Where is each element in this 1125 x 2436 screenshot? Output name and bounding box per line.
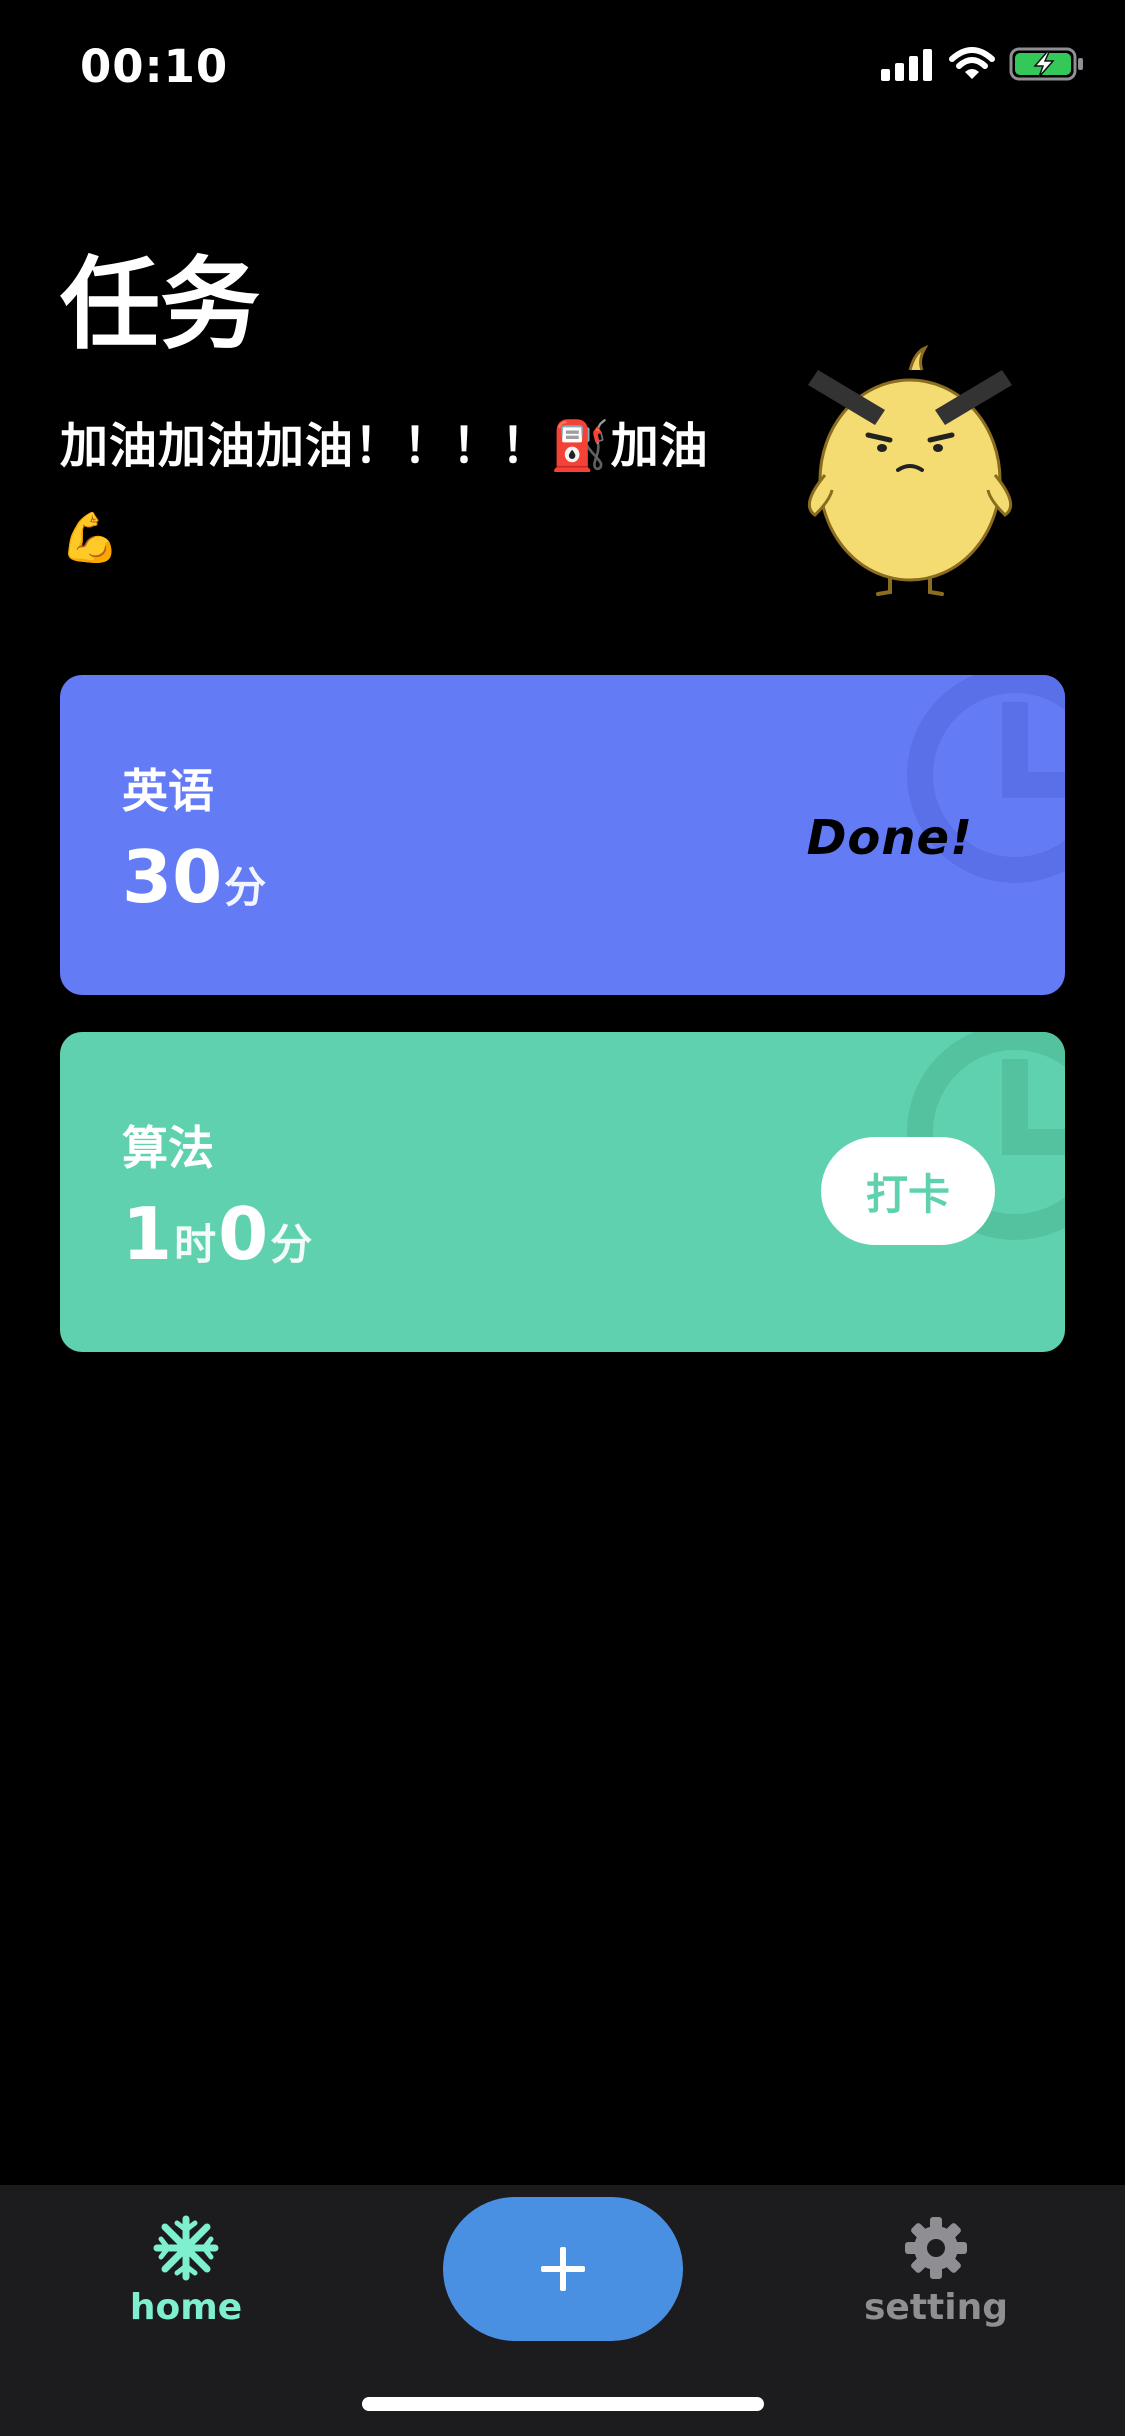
status-time: 00:10 xyxy=(80,40,229,93)
task-card-algorithm[interactable]: 算法 1 时 0 分 打卡 xyxy=(60,1032,1065,1352)
cellular-signal-icon xyxy=(881,49,932,81)
battery-charging-icon xyxy=(1009,47,1083,81)
page-title: 任务 xyxy=(60,246,260,363)
motto-line: 加油加油加油！！！！⛽加油 xyxy=(60,418,709,474)
home-indicator xyxy=(362,2397,764,2411)
duration-minutes: 30 xyxy=(122,835,223,919)
minute-unit: 分 xyxy=(224,863,267,912)
done-status-text: Done! xyxy=(806,810,973,866)
tab-home-label: home xyxy=(129,2287,243,2328)
task-name: 算法 xyxy=(122,1121,214,1175)
tab-home[interactable]: home xyxy=(86,2215,286,2328)
task-duration: 30 分 xyxy=(122,835,268,919)
minute-unit: 分 xyxy=(270,1220,313,1269)
status-icons xyxy=(881,46,1085,82)
tab-setting[interactable]: setting xyxy=(836,2215,1036,2328)
clock-watermark-icon xyxy=(907,675,1065,883)
duration-hours: 1 xyxy=(122,1192,173,1276)
plus-icon xyxy=(541,2247,585,2291)
motto-emoji: 💪 xyxy=(60,510,121,566)
tab-setting-label: setting xyxy=(864,2287,1008,2328)
snowflake-icon xyxy=(153,2215,219,2281)
wifi-icon xyxy=(949,47,995,79)
duration-minutes: 0 xyxy=(218,1192,269,1276)
task-duration: 1 时 0 分 xyxy=(122,1192,314,1276)
task-name: 英语 xyxy=(122,764,214,818)
hour-unit: 时 xyxy=(174,1220,217,1269)
check-in-button[interactable]: 打卡 xyxy=(821,1137,995,1245)
add-task-button[interactable] xyxy=(443,2197,683,2341)
task-card-english[interactable]: 英语 30 分 Done! xyxy=(60,675,1065,995)
gear-icon xyxy=(905,2217,967,2279)
status-bar: 00:10 xyxy=(0,0,1125,140)
angry-chick-mascot-image xyxy=(807,344,1013,596)
motto-text: 加油加油加油！！！！⛽加油 💪 xyxy=(60,400,750,584)
